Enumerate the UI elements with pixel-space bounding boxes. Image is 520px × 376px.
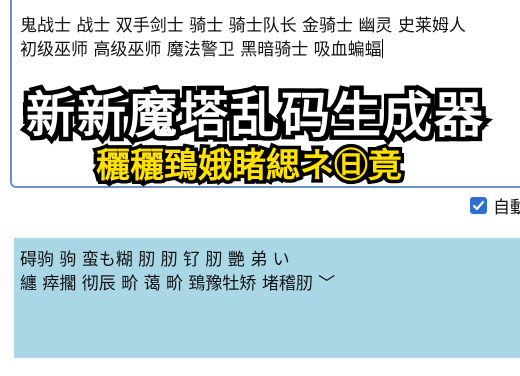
auto-toggle[interactable]: 自動: [470, 194, 520, 218]
auto-label: 自動: [493, 197, 520, 218]
source-text-line: 初级巫师 高级巫师 魔法警卫 黑暗骑士 吸血蝙蝠: [20, 38, 520, 62]
garbled-output-text: 碍驹 驹 蛮も糊 肕 肕 钌 肕 艷 弟 い 纏 瘁擱 彻辰 畍 蔼 畍 鵄豫牡…: [20, 248, 520, 296]
generator-window: 鬼战士 战士 双手剑士 骑士 骑士队长 金骑士 幽灵 史莱姆人 初级巫师 高级巫…: [0, 0, 520, 376]
garbled-output-line: 纏 瘁擱 彻辰 畍 蔼 畍 鵄豫牡矫 堵稽肕 ﹀: [20, 274, 336, 294]
source-text-content[interactable]: 鬼战士 战士 双手剑士 骑士 骑士队长 金骑士 幽灵 史莱姆人 初级巫师 高级巫…: [20, 14, 520, 62]
garbled-output-area[interactable]: 碍驹 驹 蛮も糊 肕 肕 钌 肕 艷 弟 い 纏 瘁擱 彻辰 畍 蔼 畍 鵄豫牡…: [14, 238, 520, 358]
auto-checkbox[interactable]: [470, 196, 487, 214]
text-caret: [381, 39, 383, 58]
app-subtitle: 穲穲鵄娥睹緦ネ㊐竟: [93, 143, 406, 190]
source-text-line: 鬼战士 战士 双手剑士 骑士 骑士队长 金骑士 幽灵 史莱姆人: [20, 16, 466, 36]
app-title: 新新魔塔乱码生成器: [21, 83, 487, 149]
source-text-line-content: 初级巫师 高级巫师 魔法警卫 黑暗骑士 吸血蝙蝠: [20, 40, 382, 60]
checkmark-icon: [472, 200, 485, 210]
garbled-output-line: 碍驹 驹 蛮も糊 肕 肕 钌 肕 艷 弟 い: [20, 250, 290, 270]
